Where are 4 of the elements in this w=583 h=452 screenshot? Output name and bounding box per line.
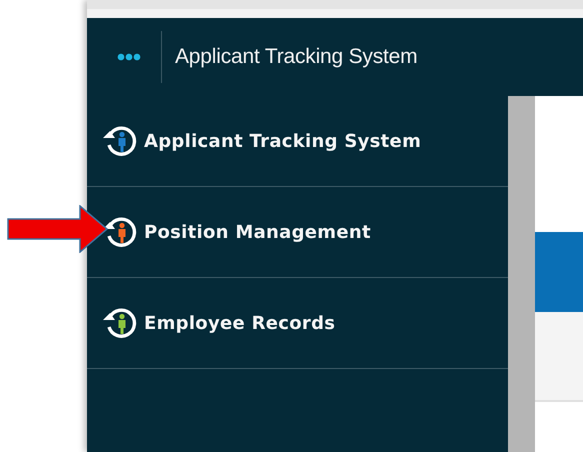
app-title: Applicant Tracking System	[175, 45, 418, 69]
scrollbar[interactable]	[508, 96, 535, 452]
more-icon[interactable]	[117, 53, 141, 61]
app-menu-item[interactable]: Applicant Tracking System	[87, 96, 508, 187]
